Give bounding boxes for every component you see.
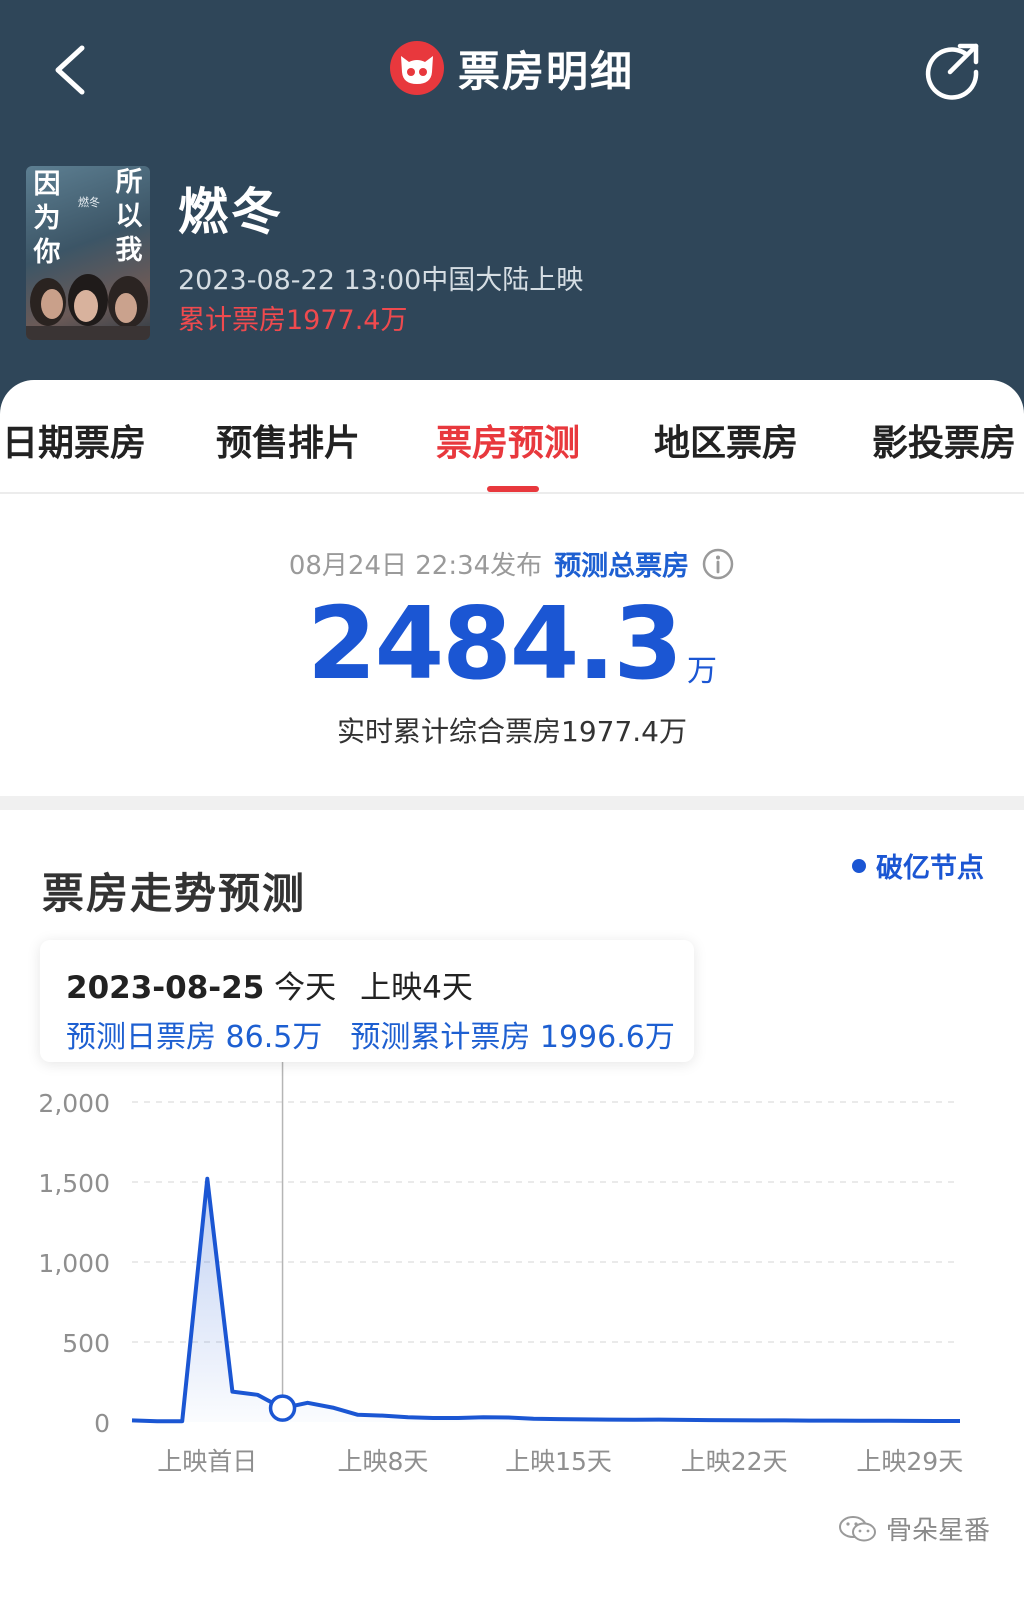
poster-small-title: 燃冬 — [78, 196, 100, 209]
forecast-total-label: 预测总票房 — [554, 551, 690, 582]
forecast-summary-card: 08月24日 22:34发布 预测总票房 2484.3 万 实时累计综合票房19… — [0, 494, 1024, 796]
x-tick-label: 上映22天 — [681, 1447, 788, 1476]
share-icon — [925, 43, 979, 100]
x-tick-label: 上映8天 — [337, 1447, 428, 1476]
trend-chart[interactable]: 2,000 1,500 1,000 500 0 上映首日 上映8天 上映15天 上映22天 上映2… — [0, 810, 1024, 1614]
poster-figures-image — [26, 274, 150, 340]
legend-dot — [852, 858, 866, 873]
publish-time: 08月24日 22:34发布 — [288, 551, 543, 581]
page-title: 票房明细 — [457, 46, 634, 96]
trend-title: 票房走势预测 — [42, 869, 307, 918]
highlight-point — [268, 1394, 297, 1422]
cat-icon — [400, 56, 433, 84]
chart-tooltip: 2023-08-25 今天 上映4天 预测日票房 86.5万 预测累计票房 1996… — [40, 940, 694, 1062]
tab-presale-schedule[interactable]: 预售排片 — [216, 414, 360, 466]
info-icon[interactable] — [701, 547, 735, 581]
tab-bar: 日期票房 预售排片 票房预测 地区票房 影投票房 — [0, 380, 1024, 492]
y-tick-label: 1,500 — [38, 1169, 110, 1198]
maoyan-logo — [389, 41, 444, 95]
release-info: 2023-08-22 13:00中国大陆上映 — [178, 265, 584, 296]
legend-label: 破亿节点 — [876, 853, 984, 884]
tooltip-today: 今天 — [274, 970, 337, 1006]
tooltip-days: 上映4天 — [360, 970, 473, 1006]
watermark: 骨朵星番 — [838, 1510, 990, 1547]
x-tick-label: 上映15天 — [505, 1447, 612, 1476]
x-tick-label: 上映首日 — [157, 1447, 257, 1476]
tooltip-total: 预测累计票房 1996.6万 — [350, 1020, 675, 1055]
tooltip-date: 2023-08-25 — [66, 970, 265, 1006]
tab-cinema-investment-box-office[interactable]: 影投票房 — [872, 414, 1016, 466]
legend[interactable]: 破亿节点 — [852, 846, 984, 885]
movie-poster[interactable]: 因为你 所以我 燃冬 — [26, 166, 150, 340]
y-tick-label: 0 — [94, 1409, 110, 1438]
y-tick-label: 500 — [62, 1329, 110, 1358]
share-button[interactable] — [920, 38, 984, 102]
y-tick-label: 1,000 — [38, 1249, 110, 1278]
series-line — [131, 1176, 960, 1424]
x-tick-label: 上映29天 — [856, 1447, 963, 1476]
wechat-icon — [838, 1515, 876, 1541]
movie-title: 燃冬 — [178, 183, 284, 241]
watermark-label: 骨朵星番 — [885, 1516, 990, 1546]
tab-daily-box-office[interactable]: 日期票房 — [2, 414, 146, 466]
realtime-cumulative: 实时累计综合票房1977.4万 — [337, 715, 687, 748]
series-area — [132, 1178, 960, 1422]
tab-regional-box-office[interactable]: 地区票房 — [654, 414, 798, 466]
forecast-total-value: 2484.3 — [307, 585, 683, 702]
trend-card: 2,000 1,500 1,000 500 0 上映首日 上映8天 上映15天 上映22天 上映2… — [0, 810, 1024, 1614]
y-tick-label: 2,000 — [38, 1089, 110, 1118]
cumulative-box-office: 累计票房1977.4万 — [178, 305, 408, 336]
forecast-total-unit: 万 — [686, 654, 717, 689]
tooltip-daily: 预测日票房 86.5万 — [66, 1020, 323, 1055]
tab-box-office-forecast[interactable]: 票房预测 — [436, 414, 580, 466]
header-bar: 票房明细 因为你 所以我 燃冬 燃冬 2023-08-22 13:00中国大陆上… — [0, 0, 1024, 420]
